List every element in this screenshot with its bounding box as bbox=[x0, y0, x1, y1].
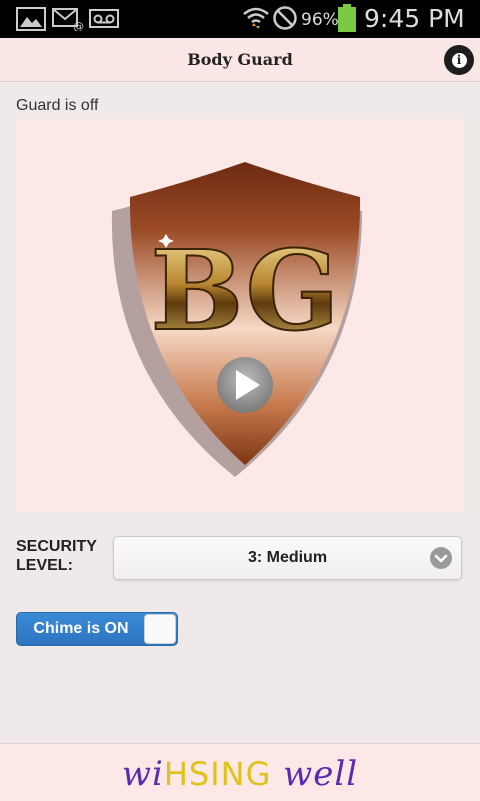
battery-icon bbox=[338, 4, 356, 37]
wifi-icon bbox=[242, 4, 270, 37]
chime-toggle[interactable]: Chime is ON bbox=[16, 612, 178, 646]
chime-toggle-knob[interactable] bbox=[144, 614, 176, 644]
shield-logo: BG bbox=[111, 162, 362, 477]
brand-logo: wiHSING well bbox=[0, 754, 480, 794]
footer-banner: wiHSING well bbox=[0, 743, 480, 801]
status-bar: @ 96% 9:45 PM bbox=[0, 0, 480, 38]
play-button[interactable] bbox=[217, 357, 273, 413]
shield-panel: BG bbox=[16, 119, 464, 512]
image-icon bbox=[16, 7, 46, 36]
page-title: Body Guard bbox=[187, 50, 293, 69]
security-level-label: Security Level: bbox=[16, 538, 97, 574]
security-level-value: 3: Medium bbox=[247, 549, 328, 566]
info-button[interactable]: i bbox=[444, 45, 474, 75]
voicemail-icon bbox=[89, 7, 119, 36]
clock: 9:45 PM bbox=[364, 4, 465, 33]
chime-toggle-label: Chime is ON bbox=[33, 620, 129, 637]
info-icon: i bbox=[451, 52, 467, 68]
brand-part-3: well bbox=[271, 754, 359, 794]
app-bar: Body Guard i bbox=[0, 38, 480, 82]
chevron-down-icon bbox=[430, 547, 452, 569]
email-icon: @ bbox=[52, 7, 84, 36]
security-level-select[interactable]: 3: Medium bbox=[113, 536, 462, 580]
guard-status-text: Guard is off bbox=[16, 97, 99, 114]
brand-part-2: HSING bbox=[163, 755, 272, 793]
battery-percent: 96% bbox=[301, 10, 339, 30]
svg-text:@: @ bbox=[73, 20, 84, 31]
no-signal-icon bbox=[272, 5, 298, 36]
bg-logo-text: BG bbox=[151, 226, 340, 355]
brand-part-1: wi bbox=[121, 754, 164, 794]
